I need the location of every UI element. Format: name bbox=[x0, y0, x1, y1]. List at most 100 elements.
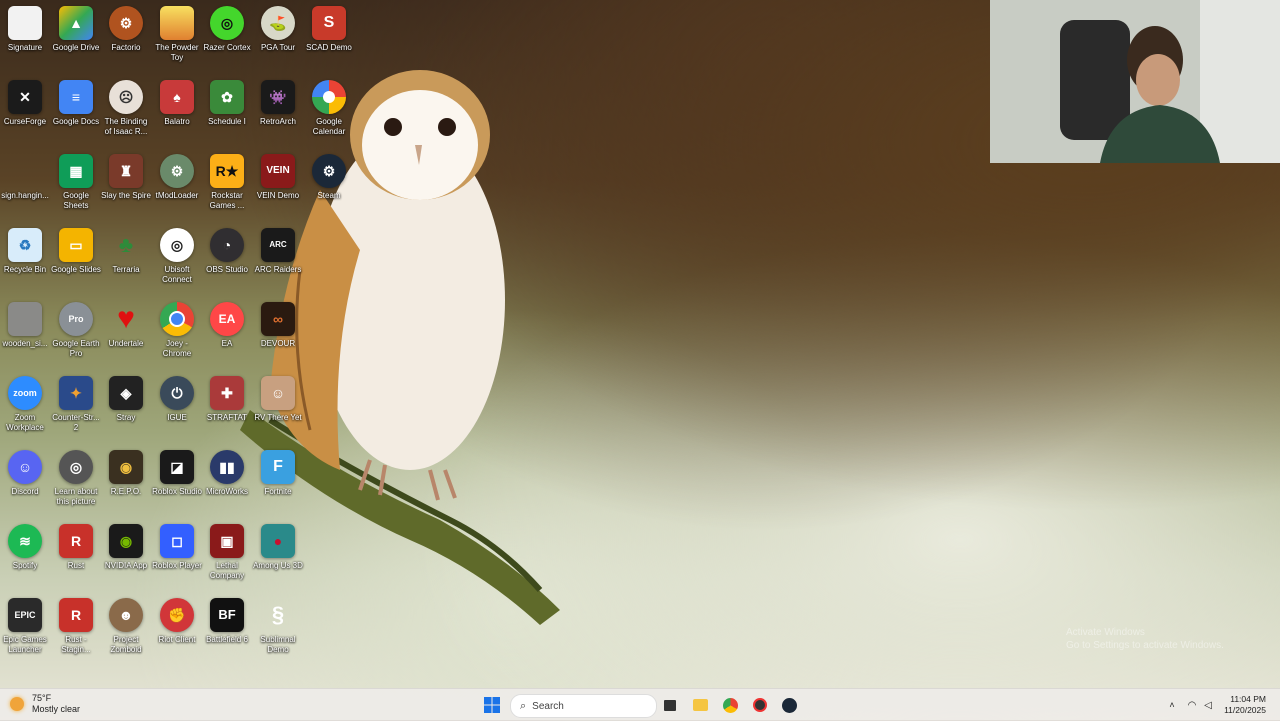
desktop-icon-discord[interactable]: ☺ Discord bbox=[0, 444, 50, 497]
desktop-icon-roblox-player[interactable]: ◻ Roblox Player bbox=[152, 518, 202, 571]
desktop-icon-pga-tour[interactable]: ⛳ PGA Tour bbox=[253, 0, 303, 53]
show-hidden-icons-button[interactable]: ˄ bbox=[1166, 696, 1178, 714]
weather-desc: Mostly clear bbox=[32, 704, 81, 714]
desktop-icon-google-slides[interactable]: ▭ Google Slides bbox=[51, 222, 101, 275]
desktop-icon-google-earth-pro[interactable]: Pro Google Earth Pro bbox=[51, 296, 101, 359]
desktop-icon-riot-client[interactable]: ✊ Riot Client bbox=[152, 592, 202, 645]
desktop-icon-balatro[interactable]: ♠ Balatro bbox=[152, 74, 202, 127]
desktop-icon-recycle-bin[interactable]: ♻ Recycle Bin bbox=[0, 222, 50, 275]
taskbar-steam[interactable] bbox=[780, 696, 798, 714]
desktop-icon-steam[interactable]: ⚙ Steam bbox=[304, 148, 354, 201]
icon-label: Undertale bbox=[108, 339, 144, 348]
taskbar-search[interactable]: ⌕ Search bbox=[510, 694, 657, 718]
wifi-button[interactable]: ◠ bbox=[1186, 696, 1198, 714]
undertale-icon: ♥ bbox=[117, 302, 135, 335]
google-earth-icon: Pro bbox=[59, 302, 93, 336]
desktop-icon-among-us[interactable]: ● Among Us 3D bbox=[253, 518, 303, 571]
desktop-icon-signature[interactable]: Signature bbox=[0, 0, 50, 53]
desktop-icon-lethal-company[interactable]: ▣ Lethal Company bbox=[202, 518, 252, 581]
desktop-icon-project-zomboid[interactable]: ☻ Project Zomboid bbox=[101, 592, 151, 655]
desktop-icon-obs[interactable]: ◔ OBS Studio bbox=[202, 222, 252, 275]
activation-watermark: Activate Windows Go to Settings to activ… bbox=[1066, 626, 1224, 652]
desktop-icon-learn-picture[interactable]: ◎ Learn about this picture bbox=[51, 444, 101, 507]
desktop-icon-google-drive[interactable]: ▲ Google Drive bbox=[51, 0, 101, 53]
icon-label: wooden_si... bbox=[2, 339, 48, 348]
schedule-one-icon: ✿ bbox=[210, 80, 244, 114]
weather-widget[interactable]: 75°F Mostly clear bbox=[10, 693, 80, 715]
desktop-icon-scad[interactable]: S SCAD Demo bbox=[304, 0, 354, 53]
desktop-icon-isaac[interactable]: ☹ The Binding of Isaac R... bbox=[101, 74, 151, 137]
taskbar-recording-app[interactable] bbox=[751, 696, 769, 714]
task-view-button[interactable] bbox=[662, 696, 678, 714]
recycle-bin-icon: ♻ bbox=[8, 228, 42, 262]
vein-icon: VEIN bbox=[261, 154, 295, 188]
desktop-icon-rust-staging[interactable]: R Rust - Stagin... bbox=[51, 592, 101, 655]
desktop-icon-zoom[interactable]: zoom Zoom Workplace bbox=[0, 370, 50, 433]
desktop-icon-joey-chrome[interactable]: Joey - Chrome bbox=[152, 296, 202, 359]
desktop-icon-tmodloader[interactable]: ⚙ tModLoader bbox=[152, 148, 202, 201]
desktop-icon-google-docs[interactable]: ≡ Google Docs bbox=[51, 74, 101, 127]
desktop-icon-wooden-sign[interactable]: wooden_si... bbox=[0, 296, 50, 349]
desktop-icon-schedule-one[interactable]: ✿ Schedule I bbox=[202, 74, 252, 127]
desktop-icon-devour[interactable]: ∞ DEVOUR bbox=[253, 296, 303, 349]
desktop-icon-straftat[interactable]: ✚ STRAFTAT bbox=[202, 370, 252, 423]
desktop-icon-razer-cortex[interactable]: ◎ Razer Cortex bbox=[202, 0, 252, 53]
desktop-icon-stray[interactable]: ◈ Stray bbox=[101, 370, 151, 423]
start-button[interactable] bbox=[482, 696, 502, 714]
icon-label: Slay the Spire bbox=[101, 191, 151, 200]
desktop-icon-repo[interactable]: ◉ R.E.P.O. bbox=[101, 444, 151, 497]
taskbar-file-explorer[interactable] bbox=[691, 696, 709, 714]
desktop-icon-igue[interactable]: ⏻ IGUE bbox=[152, 370, 202, 423]
google-slides-icon: ▭ bbox=[59, 228, 93, 262]
pga-tour-icon: ⛳ bbox=[261, 6, 295, 40]
icon-label: NVIDIA App bbox=[104, 561, 148, 570]
google-drive-icon: ▲ bbox=[59, 6, 93, 40]
desktop-icon-undertale[interactable]: ♥ Undertale bbox=[101, 296, 151, 349]
icon-label: Google Earth Pro bbox=[52, 339, 100, 358]
icon-label: IGUE bbox=[167, 413, 187, 422]
desktop-icon-battlefield[interactable]: BF Battlefield 6 bbox=[202, 592, 252, 645]
desktop-icon-vein[interactable]: VEIN VEIN Demo bbox=[253, 148, 303, 201]
desktop-icon-slay-the-spire[interactable]: ♜ Slay the Spire bbox=[101, 148, 151, 201]
desktop-icon-rust[interactable]: R Rust bbox=[51, 518, 101, 571]
desktop-icon-nvidia[interactable]: ◉ NVIDIA App bbox=[101, 518, 151, 571]
icon-label: The Powder Toy bbox=[155, 43, 199, 62]
clock-time: 11:04 PM bbox=[1230, 694, 1266, 704]
desktop-icon-arc-raiders[interactable]: ARC ARC Raiders bbox=[253, 222, 303, 275]
desktop-icon-ubisoft[interactable]: ◎ Ubisoft Connect bbox=[152, 222, 202, 285]
desktop-icon-retroarch[interactable]: 👾 RetroArch bbox=[253, 74, 303, 127]
desktop-icon-microworks[interactable]: ▮▮ MicroWorks bbox=[202, 444, 252, 497]
desktop-icon-factorio[interactable]: ⚙ Factorio bbox=[101, 0, 151, 53]
desktop-icon-terraria[interactable]: ♣ Terraria bbox=[101, 222, 151, 275]
rust-staging-icon: R bbox=[59, 598, 93, 632]
desktop-icon-ea[interactable]: EA EA bbox=[202, 296, 252, 349]
taskbar-clock[interactable]: 11:04 PM 11/20/2025 bbox=[1224, 694, 1266, 716]
desktop-icon-sign-hanging[interactable]: sign.hangin... bbox=[0, 148, 50, 201]
rv-there-yet-icon: ☺ bbox=[261, 376, 295, 410]
desktop-icon-counter-strike[interactable]: ✦ Counter-Str... 2 bbox=[51, 370, 101, 433]
document-icon bbox=[8, 6, 42, 40]
obs-icon: ◔ bbox=[210, 228, 244, 262]
desktop-icon-epic-games[interactable]: EPIC Epic Games Launcher bbox=[0, 592, 50, 655]
desktop-icon-roblox-studio[interactable]: ◪ Roblox Studio bbox=[152, 444, 202, 497]
desktop-icon-sublimnal[interactable]: § Sublimnal Demo bbox=[253, 592, 303, 655]
icon-label: Learn about this picture bbox=[54, 487, 98, 506]
discord-icon: ☺ bbox=[8, 450, 42, 484]
desktop-icon-curseforge[interactable]: ✕ CurseForge bbox=[0, 74, 50, 127]
desktop-icon-rockstar[interactable]: R★ Rockstar Games ... bbox=[202, 148, 252, 211]
desktop-icon-powder-toy[interactable]: The Powder Toy bbox=[152, 0, 202, 63]
battlefield-icon: BF bbox=[210, 598, 244, 632]
icon-label: EA bbox=[221, 339, 233, 348]
icon-label: Ubisoft Connect bbox=[162, 265, 192, 284]
icon-label: RetroArch bbox=[259, 117, 296, 126]
desktop-icon-google-calendar[interactable]: Google Calendar bbox=[304, 74, 354, 137]
taskbar-chrome[interactable] bbox=[721, 696, 739, 714]
desktop-icon-fortnite[interactable]: F Fortnite bbox=[253, 444, 303, 497]
volume-button[interactable]: ◁ bbox=[1202, 696, 1214, 714]
taskbar: 75°F Mostly clear ⌕ Search ˄ ◠ ◁ 11:04 P… bbox=[0, 688, 1280, 721]
google-sheets-icon: ▦ bbox=[59, 154, 93, 188]
zoom-icon: zoom bbox=[8, 376, 42, 410]
desktop-icon-rv-there-yet[interactable]: ☺ RV There Yet bbox=[253, 370, 303, 423]
desktop-icon-spotify[interactable]: ≋ Spotify bbox=[0, 518, 50, 571]
desktop-icon-google-sheets[interactable]: ▦ Google Sheets bbox=[51, 148, 101, 211]
